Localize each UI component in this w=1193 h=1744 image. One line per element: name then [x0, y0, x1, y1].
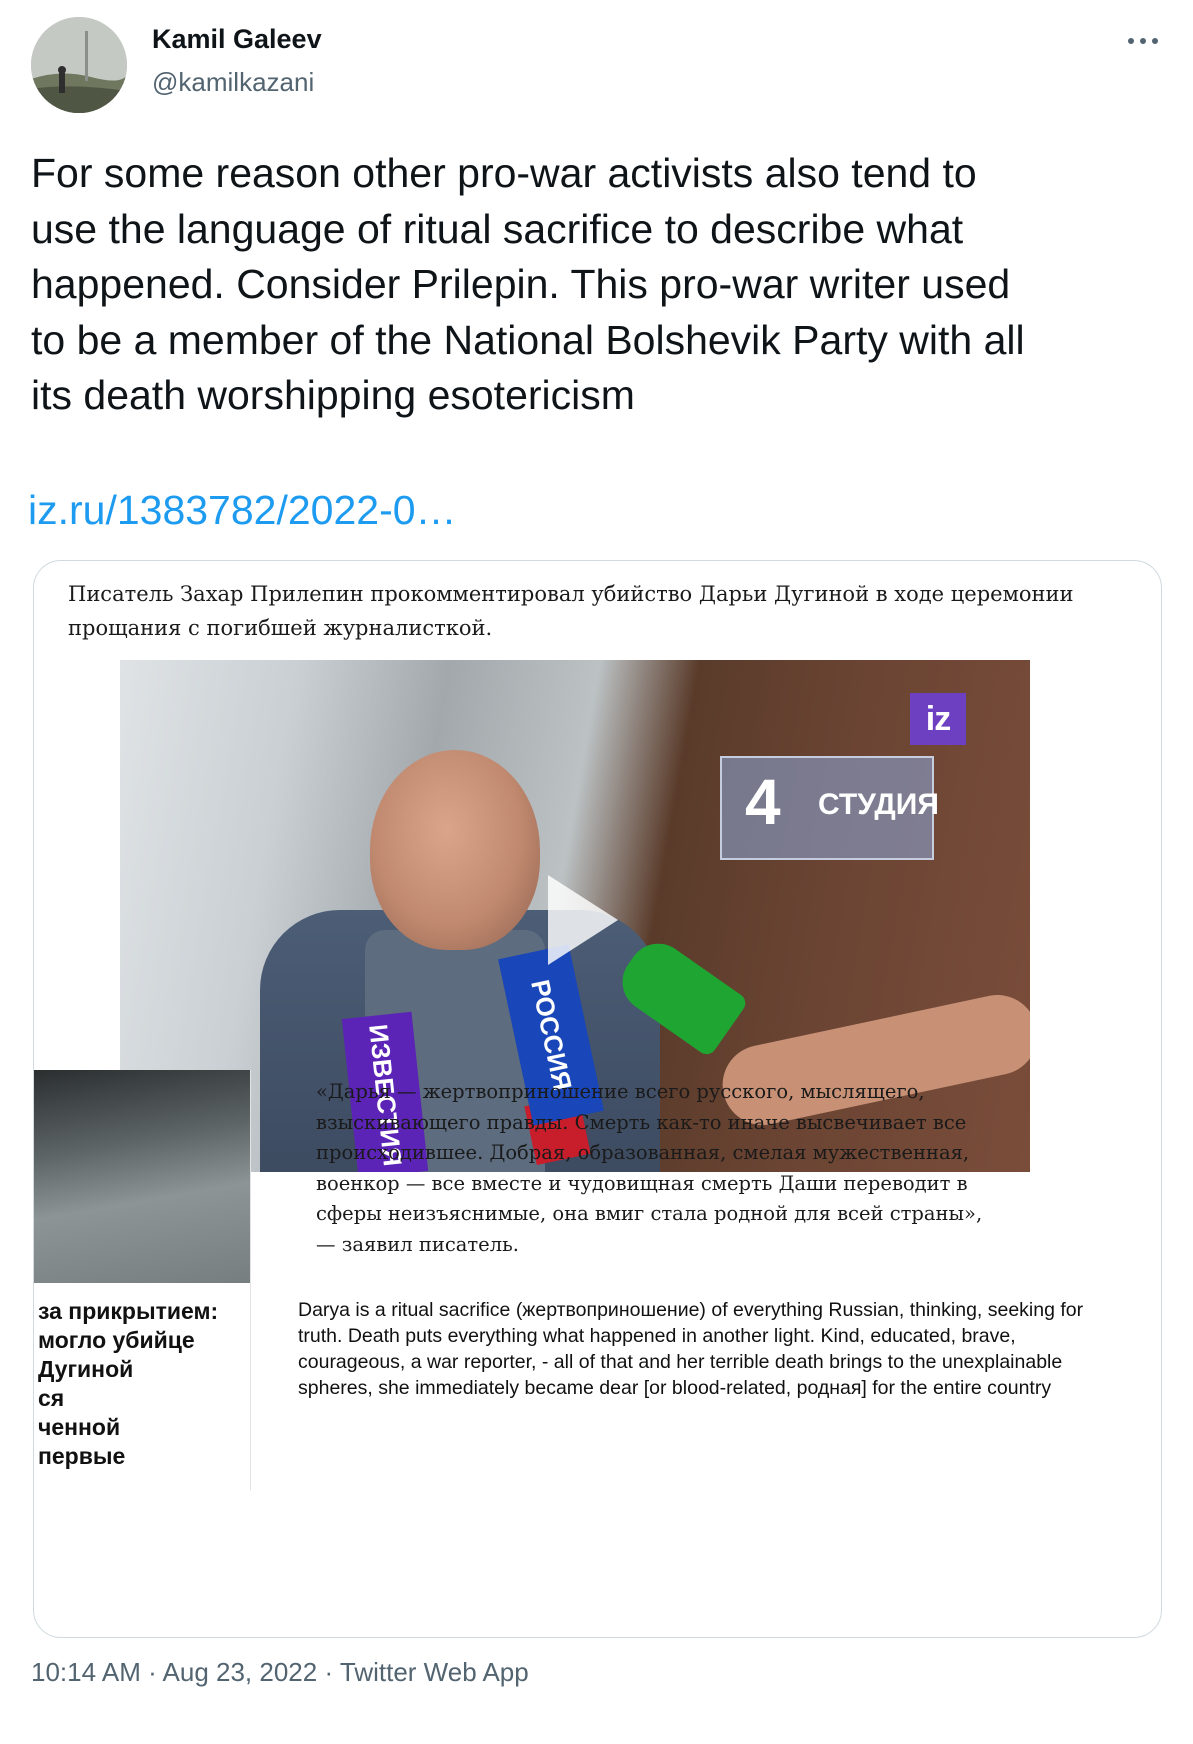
article-lead: Писатель Захар Прилепин прокомментировал… [68, 582, 1074, 640]
sidebar-thumbnail[interactable] [34, 1070, 250, 1283]
author-name[interactable]: Kamil Galeev [152, 24, 322, 55]
avatar-image [31, 17, 127, 113]
separator: · [317, 1657, 340, 1687]
russian-quote: «Дарья — жертвоприношение всего русского… [316, 1080, 983, 1256]
play-icon[interactable] [518, 865, 638, 975]
more-horizontal-icon[interactable] [1123, 30, 1163, 52]
tweet-time[interactable]: 10:14 AM [31, 1657, 141, 1687]
studio-number: 4 [745, 766, 781, 838]
iz-logo: iz [910, 693, 966, 745]
separator: · [140, 1657, 163, 1687]
video-person-head [370, 750, 540, 950]
media-card[interactable]: Писатель Захар Прилепин прокомментировал… [33, 560, 1162, 1638]
author-handle[interactable]: @kamilkazani [152, 67, 314, 98]
tweet-date[interactable]: Aug 23, 2022 [163, 1657, 318, 1687]
tweet-text: For some reason other pro-war activists … [31, 150, 1025, 418]
sidebar-headline[interactable]: за прикрытием: могло убийце Дугиной ся ч… [34, 1297, 254, 1481]
sidebar-divider [250, 1070, 251, 1490]
studio-label: СТУДИЯ [818, 788, 939, 821]
english-translation: Darya is a ritual sacrifice (жертвоприно… [298, 1299, 1084, 1399]
tweet-source[interactable]: Twitter Web App [340, 1657, 529, 1687]
avatar[interactable] [31, 17, 127, 113]
tweet-link[interactable]: iz.ru/1383782/2022-0… [28, 487, 457, 534]
tweet-timestamp: 10:14 AM · Aug 23, 2022 · Twitter Web Ap… [31, 1657, 529, 1688]
